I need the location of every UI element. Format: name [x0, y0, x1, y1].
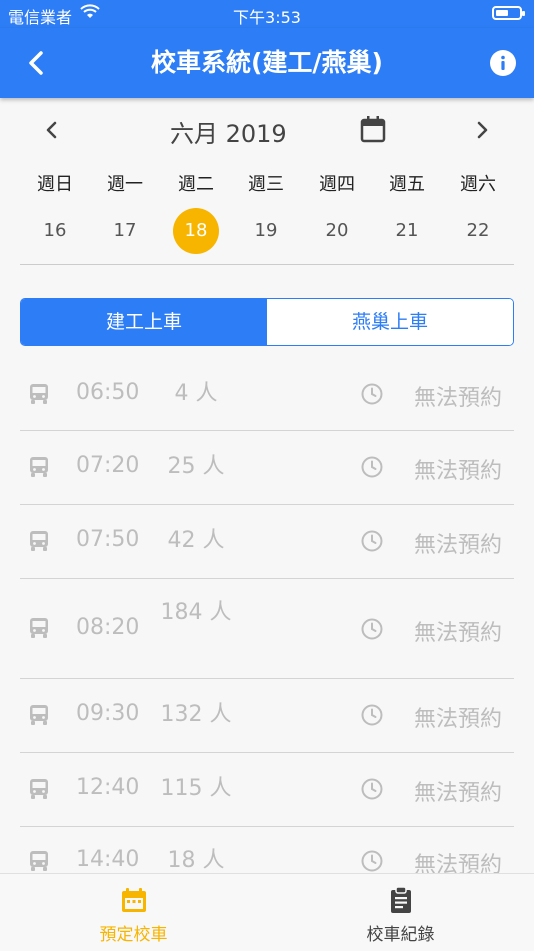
- day-cell[interactable]: 21: [372, 208, 442, 254]
- day-number: 20: [325, 220, 349, 241]
- weekday-label: 週四: [319, 174, 355, 195]
- day-number: 22: [466, 220, 490, 241]
- tab-bar: 預定校車 校車紀錄: [0, 873, 534, 951]
- schedule-row[interactable]: 06:50 4 人 無法預約: [0, 360, 534, 431]
- day-number: 18: [173, 208, 219, 254]
- day-cell[interactable]: 22: [443, 208, 513, 254]
- weekday-label: 週一: [107, 174, 143, 195]
- weekday-label: 週五: [389, 174, 425, 195]
- day-number: 19: [254, 220, 278, 241]
- schedule-row[interactable]: 07:50 42 人 無法預約: [0, 505, 534, 579]
- schedule-row[interactable]: 12:40 115 人 無法預約: [0, 753, 534, 827]
- departure-time: 09:30: [76, 701, 140, 726]
- page-title: 校車系統(建工/燕巢): [151, 48, 383, 77]
- schedule-row[interactable]: 08:20 184 人 無法預約: [0, 579, 534, 679]
- tab-book-bus[interactable]: 預定校車: [0, 874, 267, 951]
- schedule-row[interactable]: 07:20 25 人 無法預約: [0, 431, 534, 505]
- departure-time: 12:40: [76, 775, 140, 800]
- passenger-count: 25 人: [167, 454, 225, 479]
- schedule-list[interactable]: 06:50 4 人 無法預約 07:20 25 人 無法預約 07:50 42 …: [0, 360, 534, 873]
- bus-icon: [30, 618, 48, 638]
- reservation-status: 無法預約: [414, 386, 503, 411]
- bus-icon: [30, 705, 48, 725]
- info-icon[interactable]: [490, 50, 516, 76]
- day-cell[interactable]: 16: [20, 208, 90, 254]
- clock-icon: [361, 383, 383, 405]
- weekday-label: 週三: [248, 174, 284, 195]
- passenger-count: 4 人: [174, 381, 218, 406]
- reservation-status: 無法預約: [414, 781, 503, 806]
- passenger-count: 115 人: [160, 776, 232, 801]
- clipboard-icon: [391, 886, 411, 913]
- battery-icon: [492, 6, 525, 20]
- passenger-count: 42 人: [167, 528, 225, 553]
- reservation-status: 無法預約: [414, 853, 503, 873]
- month-selector: 六月 2019: [0, 108, 534, 152]
- chevron-right-icon[interactable]: [472, 120, 492, 140]
- calendar-picker-icon[interactable]: [358, 114, 388, 144]
- clock-icon: [361, 530, 383, 552]
- clock-icon: [361, 850, 383, 872]
- status-time: 下午3:53: [233, 8, 301, 27]
- day-number: 17: [113, 220, 137, 241]
- weekday-label: 週日: [37, 174, 73, 195]
- calendar-icon: [122, 888, 146, 912]
- departure-time: 08:20: [76, 615, 140, 640]
- tab-bus-records[interactable]: 校車紀錄: [267, 874, 534, 951]
- day-cell[interactable]: 19: [231, 208, 301, 254]
- weekday-label: 週二: [178, 174, 214, 195]
- passenger-count: 132 人: [160, 702, 232, 727]
- day-cell-selected[interactable]: 18: [161, 208, 231, 254]
- day-cell[interactable]: 17: [90, 208, 160, 254]
- status-bar: 電信業者 下午3:53: [0, 0, 534, 28]
- bus-icon: [30, 384, 48, 404]
- departure-time: 07:20: [76, 453, 140, 478]
- month-label: 六月 2019: [170, 120, 287, 148]
- segment-jiangong[interactable]: 建工上車: [21, 299, 267, 345]
- clock-icon: [361, 778, 383, 800]
- clock-icon: [361, 618, 383, 640]
- weekday-label: 週六: [460, 174, 496, 195]
- nav-bar: 校車系統(建工/燕巢): [0, 28, 534, 98]
- reservation-status: 無法預約: [414, 621, 503, 646]
- passenger-count: 18 人: [167, 848, 225, 873]
- reservation-status: 無法預約: [414, 533, 503, 558]
- bus-icon: [30, 531, 48, 551]
- back-icon[interactable]: [22, 48, 52, 78]
- campus-segmented-control: 建工上車 燕巢上車: [20, 298, 514, 346]
- reservation-status: 無法預約: [414, 707, 503, 732]
- reservation-status: 無法預約: [414, 459, 503, 484]
- bus-icon: [30, 779, 48, 799]
- departure-time: 14:40: [76, 847, 140, 872]
- departure-time: 06:50: [76, 380, 140, 405]
- day-number: 16: [43, 220, 67, 241]
- divider: [20, 264, 514, 265]
- departure-time: 07:50: [76, 527, 140, 552]
- clock-icon: [361, 704, 383, 726]
- tab-label: 校車紀錄: [366, 925, 435, 945]
- schedule-row[interactable]: 14:40 18 人 無法預約: [0, 827, 534, 873]
- tab-label: 預定校車: [99, 925, 168, 945]
- schedule-row[interactable]: 09:30 132 人 無法預約: [0, 679, 534, 753]
- segment-yanchao[interactable]: 燕巢上車: [267, 299, 513, 345]
- bus-icon: [30, 851, 48, 871]
- day-cell[interactable]: 20: [302, 208, 372, 254]
- passenger-count: 184 人: [160, 600, 232, 625]
- chevron-left-icon[interactable]: [42, 120, 62, 140]
- day-number: 21: [395, 220, 419, 241]
- bus-icon: [30, 457, 48, 477]
- clock-icon: [361, 456, 383, 478]
